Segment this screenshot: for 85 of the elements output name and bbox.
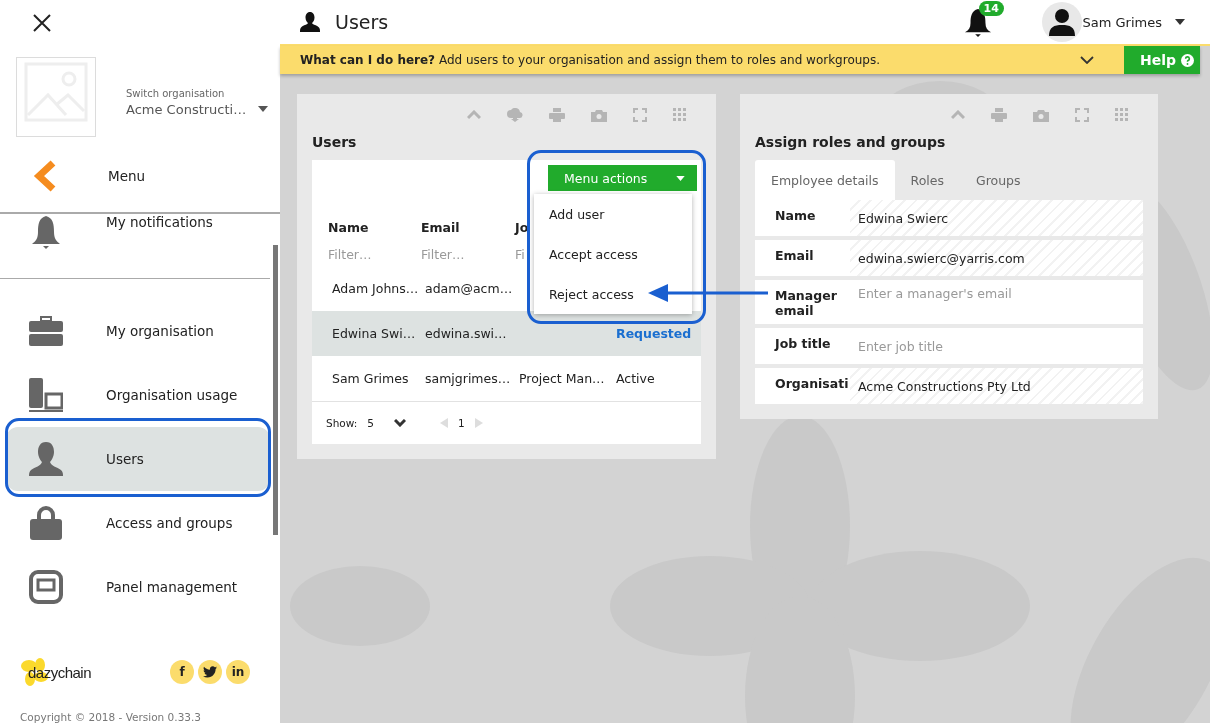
table-cell-text: Adam Johns…	[332, 281, 420, 296]
user-icon	[300, 12, 320, 32]
chart-icon	[29, 378, 63, 412]
copyright-text: Copyright © 2018 - Version 0.33.3	[19, 710, 202, 723]
sidebar-item[interactable]: My organisation	[6, 299, 270, 363]
next-page-icon[interactable]	[474, 418, 483, 428]
readonly-field: Acme Constructions Pty Ltd	[850, 368, 1143, 404]
panel-title: Users	[312, 134, 358, 150]
page-number[interactable]: 1	[458, 417, 465, 429]
tab[interactable]: Employee details	[755, 160, 895, 200]
user-icon	[29, 442, 63, 476]
notification-badge: 14	[978, 1, 1004, 16]
status-text: Requested	[616, 326, 693, 341]
chevron-down-icon[interactable]	[394, 419, 406, 427]
close-icon[interactable]	[32, 12, 52, 33]
status-text: Active	[616, 371, 656, 386]
menu-item[interactable]: Add user	[534, 194, 692, 234]
switch-organisation-label: Switch organisation	[126, 87, 226, 99]
bird-icon	[203, 666, 217, 678]
question-icon	[1181, 53, 1194, 67]
menu-item[interactable]: Accept access	[534, 234, 692, 274]
caret-icon[interactable]	[1175, 19, 1185, 25]
field-label: Name	[755, 200, 850, 236]
organisation-dropdown[interactable]: Acme Constructi…	[126, 101, 247, 117]
print-icon[interactable]	[549, 108, 565, 122]
cloud-download-icon[interactable]	[507, 108, 523, 122]
table-cell-text: samjgrimes…	[425, 371, 512, 386]
bell-icon	[30, 214, 62, 250]
sidebar-item[interactable]: Access and groups	[6, 491, 270, 555]
chevron-down-icon[interactable]	[1080, 56, 1094, 64]
table-cell-text: Sam Grimes	[332, 371, 410, 386]
readonly-field: Edwina Swierc	[850, 200, 1143, 236]
user-menu[interactable]: Sam Grimes	[1082, 14, 1162, 30]
camera-icon[interactable]	[1033, 108, 1049, 122]
table-cell-text: Edwina Swi…	[332, 326, 417, 341]
tab[interactable]: Groups	[960, 160, 1037, 200]
page-title: Users	[335, 11, 389, 33]
social-link[interactable]: in	[226, 660, 250, 684]
caret-icon	[676, 175, 685, 181]
table-cell-text: adam@acm…	[425, 281, 514, 296]
column-header[interactable]: Name	[328, 219, 421, 235]
panel-icon	[29, 570, 63, 604]
camera-icon[interactable]	[591, 108, 607, 122]
social-link[interactable]	[198, 660, 222, 684]
show-label: Show:	[326, 417, 358, 429]
print-icon[interactable]	[991, 108, 1007, 122]
filter-field[interactable]: Filter…	[421, 246, 491, 262]
lock-icon	[30, 506, 62, 540]
input-field[interactable]: Enter a manager's email	[850, 280, 1143, 324]
back-chevron-icon[interactable]	[33, 159, 57, 192]
help-text: What can I do here? Add users to your organisation and assign them to roles and workgroups.	[300, 53, 882, 67]
sidebar-item[interactable]: Panel management	[6, 555, 270, 619]
filter-field[interactable]: Fi	[515, 246, 531, 262]
grid-icon[interactable]	[673, 108, 687, 122]
tab[interactable]: Roles	[894, 160, 960, 200]
field-label: Organisati	[755, 368, 850, 404]
briefcase-icon	[29, 315, 63, 347]
sidebar-item[interactable]: Organisation usage	[6, 363, 270, 427]
readonly-field: edwina.swierc@yarris.com	[850, 240, 1143, 276]
avatar-icon[interactable]	[1041, 2, 1082, 42]
table-cell-text: edwina.swi…	[425, 326, 508, 341]
panel-title: Assign roles and groups	[755, 134, 947, 150]
filter-field[interactable]: Filter…	[328, 246, 398, 262]
table-cell-text: Project Man…	[519, 371, 606, 386]
field-label: Job title	[755, 328, 850, 364]
scrollbar[interactable]	[273, 245, 278, 535]
image-placeholder-icon	[16, 57, 96, 138]
collapse-icon[interactable]	[951, 110, 965, 120]
expand-icon[interactable]	[633, 108, 647, 122]
expand-icon[interactable]	[1075, 108, 1089, 122]
menu-label: Menu	[108, 167, 146, 184]
collapse-icon[interactable]	[467, 110, 481, 120]
column-header[interactable]: Email	[421, 219, 515, 235]
page-size-dropdown[interactable]: 5	[367, 417, 374, 429]
grid-icon[interactable]	[1115, 108, 1129, 122]
social-link[interactable]: f	[170, 660, 194, 684]
sidebar-item[interactable]: Users	[6, 427, 270, 491]
caret-icon[interactable]	[258, 106, 269, 113]
field-label: Manager email	[755, 280, 850, 324]
field-label: Email	[755, 240, 850, 276]
input-field[interactable]: Enter job title	[850, 328, 1143, 364]
previous-page-icon[interactable]	[440, 418, 448, 428]
menu-item[interactable]: Reject access	[534, 274, 692, 314]
selected-row[interactable]: Edwina Swi… edwina.swi… Requested	[312, 311, 701, 356]
sidebar-item[interactable]: My notifications	[6, 214, 270, 250]
